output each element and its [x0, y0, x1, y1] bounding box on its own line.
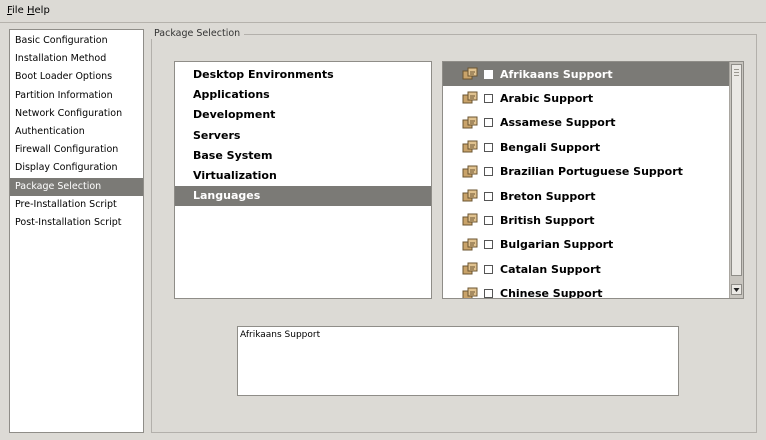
sidebar-item[interactable]: Network Configuration	[10, 105, 143, 123]
package-group-item[interactable]: Languages	[175, 186, 431, 207]
package-label: Bulgarian Support	[500, 238, 614, 252]
frame-title: Package Selection	[151, 28, 245, 39]
package-list: Chinese Support Catalan Support Bulgarian …	[442, 61, 744, 299]
package-checkbox[interactable]	[484, 69, 493, 79]
help-menu[interactable]: Help	[27, 5, 50, 16]
package-label: British Support	[500, 213, 595, 227]
package-group-item[interactable]: Applications	[175, 85, 431, 105]
package-label: Bengali Support	[500, 140, 601, 154]
package-checkbox[interactable]	[484, 264, 493, 274]
package-checkbox[interactable]	[484, 240, 493, 250]
menu-bar: File Help	[0, 0, 766, 23]
package-group-item[interactable]: Base System	[175, 146, 431, 166]
package-label: Chinese Support	[500, 287, 603, 299]
sidebar-item[interactable]: Installation Method	[10, 50, 143, 68]
sidebar-item[interactable]: Partition Information	[10, 87, 143, 105]
sidebar-nav: Basic Configuration Installation Method Bo…	[9, 29, 144, 433]
package-list-scrollbar[interactable]	[729, 62, 743, 298]
package-label: Catalan Support	[500, 262, 601, 276]
sidebar-item[interactable]: Firewall Configuration	[10, 141, 143, 159]
package-group-icon	[461, 188, 481, 204]
package-group-icon	[461, 90, 481, 106]
package-group-item[interactable]: Servers	[175, 126, 431, 146]
package-group-icon	[461, 237, 481, 253]
package-label: Afrikaans Support	[500, 67, 613, 81]
package-group-item[interactable]: Desktop Environments	[175, 65, 431, 85]
package-group-icon	[461, 286, 481, 298]
package-group-icon	[461, 261, 481, 277]
file-menu-label: ile	[12, 5, 24, 16]
package-label: Breton Support	[500, 189, 596, 203]
package-checkbox[interactable]	[484, 167, 493, 177]
package-description: Afrikaans Support	[237, 326, 679, 396]
package-row[interactable]: Breton Support	[443, 184, 729, 208]
package-row[interactable]: Catalan Support	[443, 257, 729, 281]
file-menu[interactable]: File	[7, 5, 24, 16]
package-row[interactable]: British Support	[443, 208, 729, 232]
package-label: Brazilian Portuguese Support	[500, 165, 683, 179]
package-group-item[interactable]: Development	[175, 105, 431, 125]
package-checkbox[interactable]	[484, 191, 493, 201]
package-row[interactable]: Brazilian Portuguese Support	[443, 160, 729, 184]
sidebar-item[interactable]: Package Selection	[10, 177, 143, 196]
help-menu-label: elp	[34, 5, 50, 16]
sidebar-item[interactable]: Basic Configuration	[10, 32, 143, 50]
sidebar-item[interactable]: Authentication	[10, 123, 143, 141]
package-group-icon	[461, 139, 481, 155]
package-group-item[interactable]: Virtualization	[175, 166, 431, 186]
package-group-icon	[461, 66, 481, 82]
scrollbar-thumb[interactable]	[731, 64, 742, 276]
package-group-list: Desktop Environments Applications Developm…	[174, 61, 432, 299]
sidebar-item[interactable]: Boot Loader Options	[10, 68, 143, 86]
sidebar-item[interactable]: Pre-Installation Script	[10, 196, 143, 214]
package-row[interactable]: Assamese Support	[443, 111, 729, 135]
package-row[interactable]: Chinese Support	[443, 282, 729, 299]
sidebar-item[interactable]: Post-Installation Script	[10, 214, 143, 232]
package-row[interactable]: Bengali Support	[443, 135, 729, 159]
package-label: Arabic Support	[500, 91, 594, 105]
package-checkbox[interactable]	[484, 118, 493, 128]
package-checkbox[interactable]	[484, 215, 493, 225]
sidebar-item[interactable]: Display Configuration	[10, 159, 143, 177]
scroll-down-button[interactable]	[731, 284, 742, 295]
scroll-down-arrow-icon	[733, 288, 740, 292]
package-row[interactable]: Bulgarian Support	[443, 233, 729, 257]
help-menu-mnemonic: H	[27, 5, 35, 16]
package-group-icon	[461, 164, 481, 180]
package-row[interactable]: Afrikaans Support	[443, 62, 729, 86]
package-checkbox[interactable]	[484, 142, 493, 152]
package-group-icon	[461, 212, 481, 228]
package-label: Assamese Support	[500, 116, 616, 130]
package-checkbox[interactable]	[484, 289, 493, 298]
package-row[interactable]: Arabic Support	[443, 86, 729, 110]
package-checkbox[interactable]	[484, 93, 493, 103]
package-group-icon	[461, 115, 481, 131]
